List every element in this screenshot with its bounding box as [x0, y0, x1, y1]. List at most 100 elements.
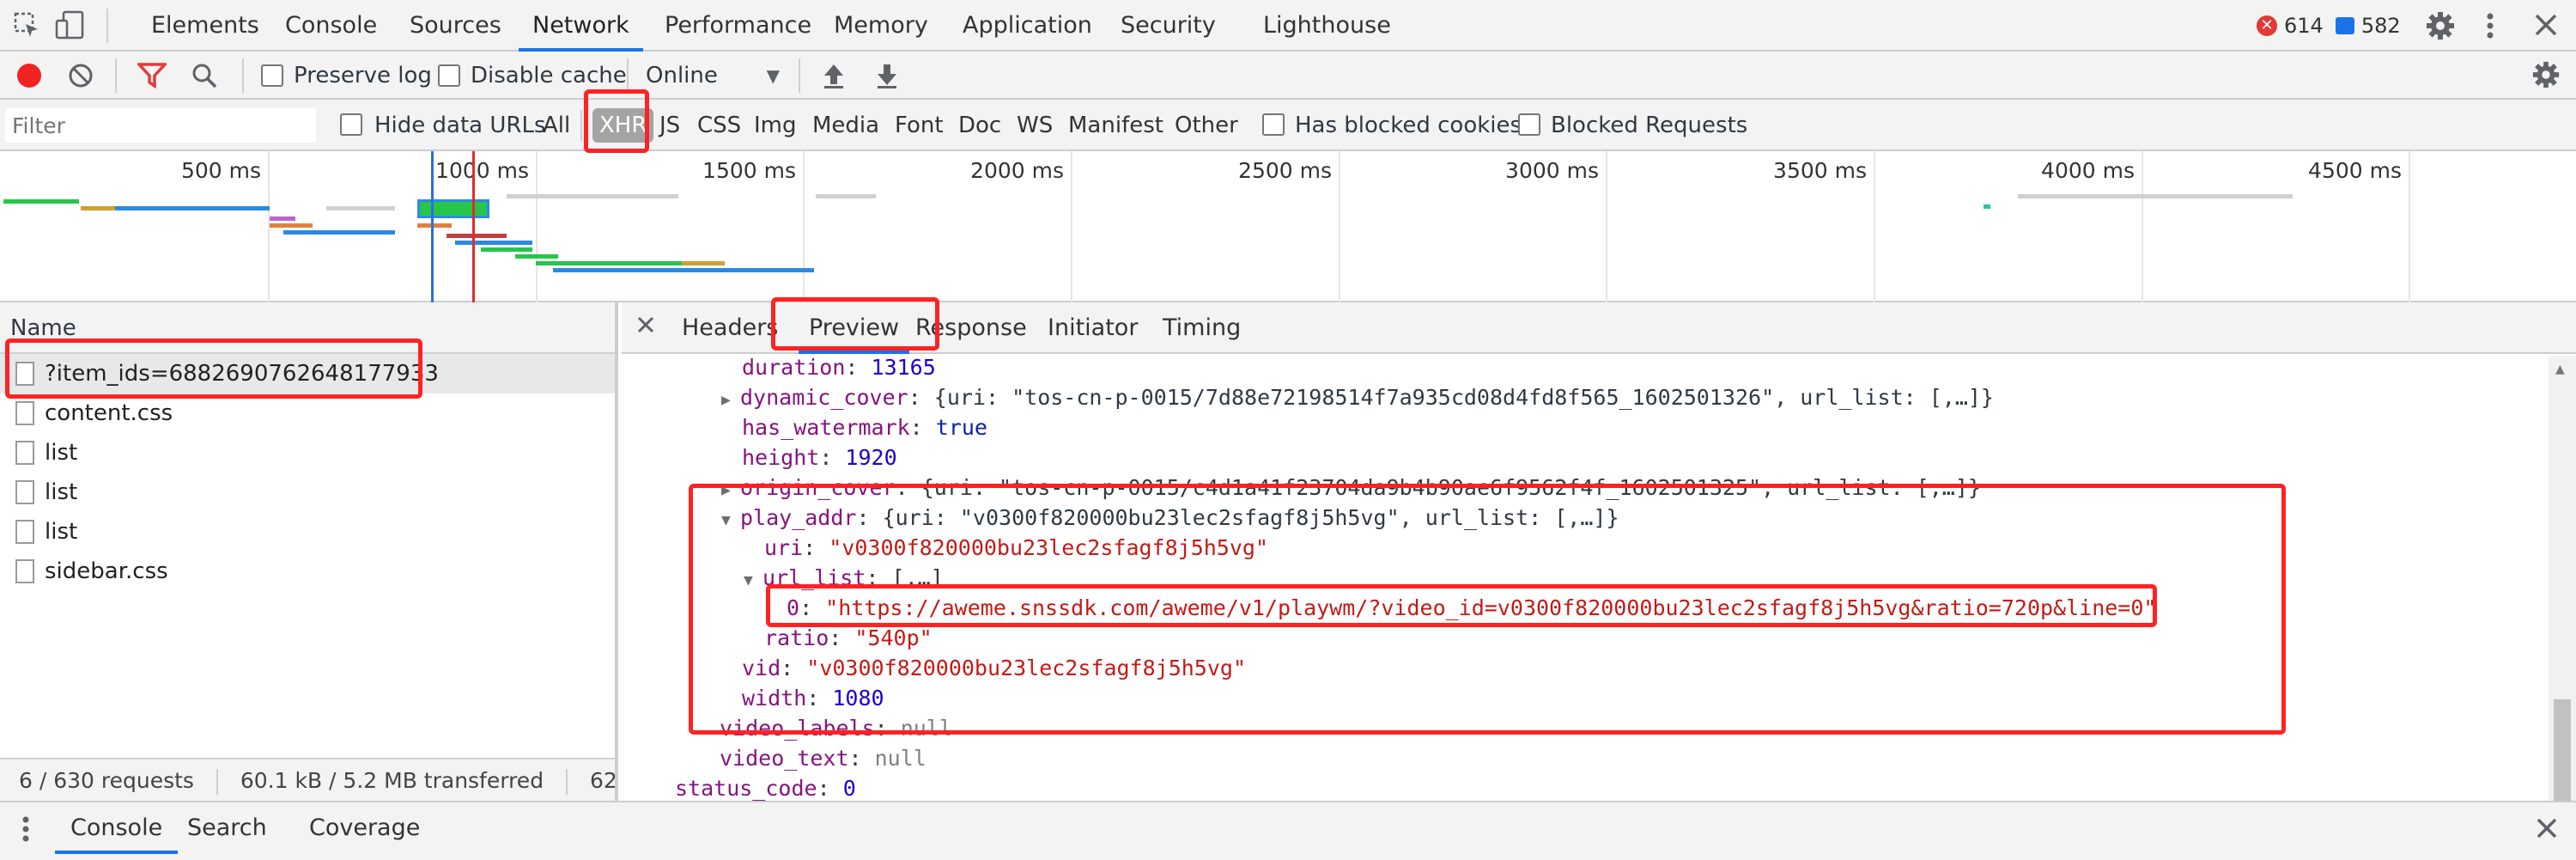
tab-application[interactable]: Application	[963, 0, 1092, 52]
devtools-tab-bar: Elements Console Sources Network Perform…	[0, 0, 2576, 52]
timeline-bar	[2018, 194, 2293, 198]
clear-icon[interactable]	[67, 62, 94, 89]
console-counts[interactable]: ✕ 614 582	[2257, 10, 2401, 41]
request-row[interactable]: list	[0, 473, 615, 512]
blocked-requests-checkbox[interactable]	[1518, 113, 1540, 136]
drawer-tab-console[interactable]: Console	[55, 802, 179, 854]
timeline-bar	[115, 206, 270, 210]
tab-lighthouse[interactable]: Lighthouse	[1263, 0, 1391, 52]
json-value: 13165	[871, 356, 936, 380]
json-value: [,…]	[891, 565, 944, 590]
close-devtools-icon[interactable]	[2533, 12, 2559, 38]
tab-preview[interactable]: Preview	[799, 302, 910, 354]
request-row[interactable]: content.css	[0, 393, 615, 433]
request-list-panel: Name ?item_ids=6882690762648177933 conte…	[0, 302, 618, 801]
json-row-video-labels: video_labels: null	[720, 716, 952, 741]
json-row-has-watermark: has_watermark: true	[742, 415, 987, 440]
json-row-url-list[interactable]: ▼ url_list: [,…]	[744, 563, 944, 593]
drawer-tab-search[interactable]: Search	[187, 802, 267, 854]
network-toolbar: Preserve log Disable cache Online ▼	[0, 52, 2576, 100]
network-settings-gear-icon[interactable]	[2531, 60, 2561, 89]
tab-initiator[interactable]: Initiator	[1048, 302, 1138, 354]
type-filter-img[interactable]: Img	[754, 108, 797, 143]
preserve-log-checkbox[interactable]	[261, 64, 283, 87]
device-toolbar-icon[interactable]	[55, 10, 86, 41]
timeline-overview[interactable]: 500 ms 1000 ms 1500 ms 2000 ms 2500 ms 3…	[0, 151, 2576, 302]
tab-performance[interactable]: Performance	[665, 0, 811, 52]
hide-data-urls-checkbox[interactable]	[340, 113, 362, 136]
json-value: "v0300f820000bu23lec2sfagf8j5h5vg"	[829, 535, 1269, 560]
type-filter-css[interactable]: CSS	[697, 108, 741, 143]
json-row-origin-cover[interactable]: ▶ origin_cover: {uri: "tos-cn-p-0015/c4d1…	[721, 473, 1981, 503]
json-value: {uri: "tos-cn-p-0015/c4d1a41f23704da9b4b…	[920, 475, 1981, 500]
collapse-arrow-icon[interactable]: ▼	[744, 565, 762, 595]
type-filter-media[interactable]: Media	[812, 108, 879, 143]
json-key: height	[742, 445, 820, 470]
tab-security[interactable]: Security	[1121, 0, 1216, 52]
timeline-tick-label: 2500 ms	[1238, 158, 1332, 183]
request-row[interactable]: list	[0, 512, 615, 552]
expand-arrow-icon[interactable]: ▶	[721, 475, 740, 505]
timeline-gridline	[536, 151, 538, 302]
more-options-icon[interactable]	[2482, 10, 2499, 41]
has-blocked-cookies-checkbox[interactable]	[1262, 113, 1285, 136]
json-value: null	[874, 746, 927, 771]
expand-arrow-icon[interactable]: ▶	[721, 385, 740, 415]
export-har-icon[interactable]	[874, 62, 900, 89]
tab-timing[interactable]: Timing	[1163, 302, 1241, 354]
type-filter-manifest[interactable]: Manifest	[1068, 108, 1163, 143]
settings-gear-icon[interactable]	[2425, 10, 2456, 41]
timeline-gridline	[1606, 151, 1607, 302]
scroll-up-icon[interactable]: ▲	[2555, 363, 2565, 376]
request-row[interactable]: sidebar.css	[0, 552, 615, 591]
disable-cache-checkbox[interactable]	[438, 64, 460, 87]
preserve-log-label: Preserve log	[294, 63, 432, 88]
request-row[interactable]: list	[0, 433, 615, 473]
type-filter-other[interactable]: Other	[1175, 108, 1238, 143]
type-filter-font[interactable]: Font	[895, 108, 944, 143]
type-filter-js[interactable]: JS	[659, 108, 680, 143]
request-name: list	[45, 479, 78, 505]
filter-icon[interactable]	[137, 62, 167, 89]
search-icon[interactable]	[191, 62, 218, 89]
request-name: content.css	[45, 400, 173, 426]
filter-input[interactable]	[5, 108, 316, 143]
throttling-select[interactable]: Online ▼	[646, 60, 785, 91]
drawer-menu-icon[interactable]	[21, 814, 31, 844]
tab-headers[interactable]: Headers	[682, 302, 778, 354]
type-filter-doc[interactable]: Doc	[958, 108, 1001, 143]
json-value: 0	[842, 776, 856, 801]
collapse-arrow-icon[interactable]: ▼	[721, 505, 740, 535]
type-filter-ws[interactable]: WS	[1017, 108, 1053, 143]
type-filter-xhr[interactable]: XHR	[592, 108, 654, 143]
tab-response[interactable]: Response	[915, 302, 1027, 354]
tab-elements[interactable]: Elements	[151, 0, 259, 52]
json-row-duration: duration: 13165	[742, 356, 936, 380]
inspect-element-icon[interactable]	[14, 12, 41, 40]
timeline-bar	[270, 223, 313, 228]
json-row-play-addr[interactable]: ▼ play_addr: {uri: "v0300f820000bu23lec2s…	[721, 503, 1619, 533]
json-row-dynamic-cover[interactable]: ▶ dynamic_cover: {uri: "tos-cn-p-0015/7d8…	[721, 382, 1994, 412]
close-drawer-icon[interactable]	[2535, 816, 2559, 840]
scrollbar-thumb[interactable]	[2554, 699, 2571, 816]
tab-sources[interactable]: Sources	[410, 0, 501, 52]
tab-console[interactable]: Console	[285, 0, 377, 52]
name-column-header[interactable]: Name	[0, 302, 615, 354]
preview-scrollbar[interactable]: ▲	[2549, 356, 2576, 816]
json-key: video_labels	[720, 716, 875, 741]
type-filter-all[interactable]: All	[543, 108, 570, 143]
request-name: ?item_ids=6882690762648177933	[45, 361, 439, 387]
record-icon[interactable]	[15, 62, 43, 89]
drawer-tab-coverage[interactable]: Coverage	[309, 802, 420, 854]
json-value: "https://aweme.snssdk.com/aweme/v1/playw…	[825, 595, 2157, 620]
close-detail-icon[interactable]	[635, 314, 656, 341]
tab-memory[interactable]: Memory	[834, 0, 928, 52]
import-har-icon[interactable]	[821, 62, 847, 89]
json-row-status-code: status_code: 0	[675, 776, 856, 801]
request-row[interactable]: ?item_ids=6882690762648177933	[0, 354, 615, 393]
json-key: video_text	[720, 746, 849, 771]
tab-network[interactable]: Network	[519, 0, 643, 52]
json-key: 0	[787, 595, 800, 620]
detail-tab-bar: Headers Preview Response Initiator Timin…	[622, 302, 2576, 354]
transferred-size: 60.1 kB / 5.2 MB transferred	[240, 768, 544, 793]
